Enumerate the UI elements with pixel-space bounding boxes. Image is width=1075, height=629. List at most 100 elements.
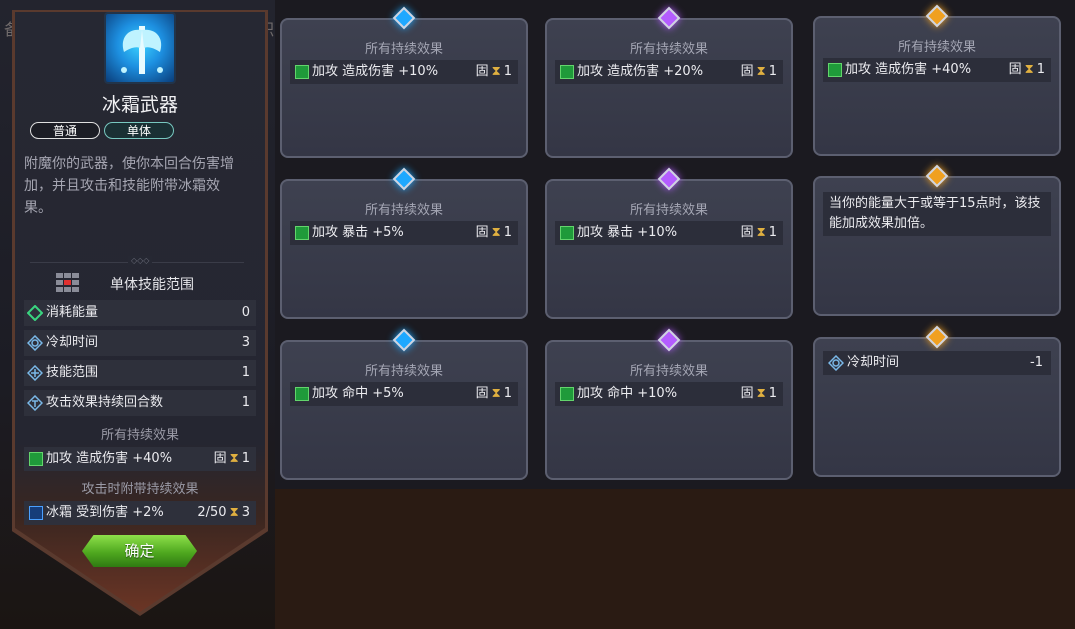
effect-duration: 固 ⧗ 1 [214, 447, 250, 471]
upgrade-card[interactable]: 所有持续效果 加攻 命中 +10% 固 ⧗ 1 [545, 328, 793, 480]
upgrade-card[interactable]: 所有持续效果 加攻 命中 +5% 固 ⧗ 1 [280, 328, 528, 480]
range-label: 单体技能范围 [110, 277, 194, 293]
attack-buff-icon [295, 65, 309, 79]
attack-buff-icon [560, 65, 574, 79]
card-stat-label: 冷却时间 [847, 355, 900, 370]
card-duration: 固 ⧗ 1 [741, 60, 777, 84]
attack-buff-icon [828, 63, 842, 77]
effect-duration: 2/50 ⧗ 3 [197, 501, 250, 525]
stat-value: 3 [241, 335, 250, 350]
hourglass-icon: ⧗ [229, 451, 239, 466]
card-effect-row: 加攻 命中 +10% 固 ⧗ 1 [555, 382, 783, 406]
effect-label: 冰霜 受到伤害 +2% [46, 505, 164, 520]
card-duration: 固 ⧗ 1 [476, 382, 512, 406]
divider: ◇◇◇ [30, 256, 244, 265]
card-effect-row: 加攻 命中 +5% 固 ⧗ 1 [290, 382, 518, 406]
upgrade-card[interactable]: 所有持续效果 加攻 造成伤害 +10% 固 ⧗ 1 [280, 6, 528, 158]
hourglass-icon: ⧗ [756, 225, 766, 240]
frost-weapon-skill-icon [104, 12, 176, 84]
skill-range-row: 单体技能范围 [56, 273, 236, 293]
card-effect-row: 加攻 造成伤害 +20% 固 ⧗ 1 [555, 60, 783, 84]
fixed-label: 固 [740, 64, 754, 79]
attack-buff-icon [295, 387, 309, 401]
card-effect-label: 加攻 暴击 +10% [577, 225, 678, 240]
persistent-effects-header: 所有持续效果 [100, 428, 179, 443]
hourglass-icon: ⧗ [756, 64, 766, 79]
upgrade-card[interactable]: 当你的能量大于或等于15点时，该技能加成效果加倍。 [813, 164, 1061, 316]
stat-energy-cost: 消耗能量 0 [24, 300, 256, 326]
fixed-label: 固 [740, 225, 754, 240]
upgrade-card[interactable]: 冷却时间 -1 [813, 325, 1061, 477]
stat-effect-duration: 攻击效果持续回合数 1 [24, 390, 256, 416]
cooldown-icon [828, 355, 844, 371]
card-duration: 固 ⧗ 1 [741, 221, 777, 245]
card-stat-row: 冷却时间 -1 [823, 351, 1051, 375]
card-header: 所有持续效果 [364, 203, 443, 218]
on-attack-effect-row: 冰霜 受到伤害 +2% 2/50 ⧗ 3 [24, 501, 256, 525]
card-duration: 固 ⧗ 1 [476, 221, 512, 245]
card-duration: 固 ⧗ 1 [476, 60, 512, 84]
card-stat-value: -1 [1030, 355, 1043, 370]
stat-value: 0 [241, 305, 250, 320]
tag-single-target: 单体 [104, 122, 174, 139]
upgrade-card[interactable]: 所有持续效果 加攻 暴击 +5% 固 ⧗ 1 [280, 167, 528, 319]
hourglass-icon: ⧗ [229, 505, 239, 520]
skill-title: 冰霜武器 [101, 94, 178, 116]
range-grid-icon [56, 273, 79, 292]
stat-label: 攻击效果持续回合数 [46, 395, 164, 410]
hourglass-icon: ⧗ [756, 386, 766, 401]
card-effect-label: 加攻 暴击 +5% [312, 225, 404, 240]
confirm-button[interactable]: 确定 [82, 535, 197, 567]
stat-label: 消耗能量 [46, 305, 99, 320]
stacks-value: 2/50 [197, 505, 227, 520]
attack-buff-icon [29, 452, 43, 466]
upgrade-card[interactable]: 所有持续效果 加攻 造成伤害 +40% 固 ⧗ 1 [813, 4, 1061, 156]
upgrade-card[interactable]: 所有持续效果 加攻 造成伤害 +20% 固 ⧗ 1 [545, 6, 793, 158]
card-header: 所有持续效果 [364, 364, 443, 379]
turns-value: 1 [768, 225, 777, 240]
hourglass-icon: ⧗ [1024, 62, 1034, 77]
card-header: 所有持续效果 [629, 203, 708, 218]
tag-normal: 普通 [30, 122, 100, 139]
fixed-label: 固 [1008, 62, 1022, 77]
fixed-label: 固 [213, 451, 227, 466]
card-duration: 固 ⧗ 1 [741, 382, 777, 406]
stat-label: 技能范围 [46, 365, 99, 380]
card-header: 所有持续效果 [364, 42, 443, 57]
upgrade-card[interactable]: 所有持续效果 加攻 暴击 +10% 固 ⧗ 1 [545, 167, 793, 319]
card-effect-row: 加攻 造成伤害 +10% 固 ⧗ 1 [290, 60, 518, 84]
bottom-background [275, 489, 1075, 629]
stat-value: 1 [241, 365, 250, 380]
stat-skill-range: 技能范围 1 [24, 360, 256, 386]
persistent-effect-row: 加攻 造成伤害 +40% 固 ⧗ 1 [24, 447, 256, 471]
card-effect-label: 加攻 造成伤害 +10% [312, 64, 439, 79]
range-icon [27, 365, 43, 381]
fixed-label: 固 [740, 386, 754, 401]
card-header: 所有持续效果 [629, 364, 708, 379]
turns-value: 1 [503, 225, 512, 240]
frost-debuff-icon [29, 506, 43, 520]
attack-buff-icon [560, 226, 574, 240]
hourglass-icon: ⧗ [491, 64, 501, 79]
fixed-label: 固 [475, 386, 489, 401]
card-effect-label: 加攻 造成伤害 +20% [577, 64, 704, 79]
diamond-energy-icon [27, 305, 43, 321]
fixed-label: 固 [475, 225, 489, 240]
stat-label: 冷却时间 [46, 335, 99, 350]
card-description: 当你的能量大于或等于15点时，该技能加成效果加倍。 [823, 192, 1051, 236]
hourglass-icon: ⧗ [491, 386, 501, 401]
card-effect-label: 加攻 命中 +5% [312, 386, 404, 401]
fixed-label: 固 [475, 64, 489, 79]
attack-buff-icon [560, 387, 574, 401]
turns-value: 1 [768, 64, 777, 79]
turns-value: 1 [503, 64, 512, 79]
card-effect-label: 加攻 造成伤害 +40% [845, 62, 972, 77]
card-effect-row: 加攻 造成伤害 +40% 固 ⧗ 1 [823, 58, 1051, 82]
hourglass-icon: ⧗ [491, 225, 501, 240]
attack-buff-icon [295, 226, 309, 240]
card-header: 所有持续效果 [897, 40, 976, 55]
effect-label: 加攻 造成伤害 +40% [46, 451, 173, 466]
turns-value: 3 [241, 505, 250, 520]
turns-value: 1 [503, 386, 512, 401]
card-effect-row: 加攻 暴击 +5% 固 ⧗ 1 [290, 221, 518, 245]
